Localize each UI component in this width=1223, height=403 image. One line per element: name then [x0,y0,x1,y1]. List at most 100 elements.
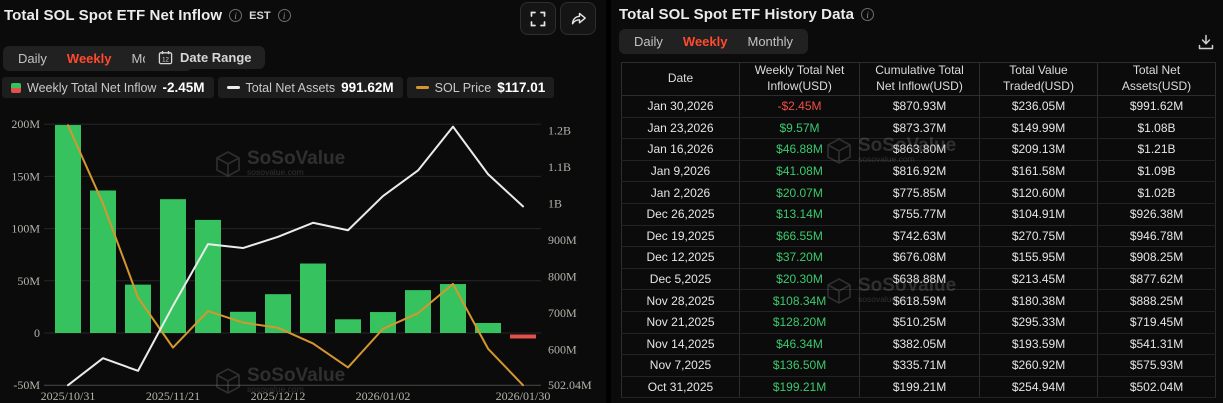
history-title-row: Total SOL Spot ETF History Data [619,6,874,23]
value-cell: $104.91M [980,203,1098,225]
left-axis-labels: 200M150M100M50M0-50M [11,117,40,392]
column-header: Weekly Total Net Inflow(USD) [740,63,860,96]
svg-text:2025/11/21: 2025/11/21 [146,389,200,403]
value-cell: $1.08B [1098,117,1216,139]
inflow-bar[interactable] [55,125,81,333]
inflow-bars[interactable] [55,125,536,338]
column-header: Total Value Traded(USD) [980,63,1098,96]
value-cell: $46.88M [740,139,860,161]
table-row: Jan 16,2026$46.88M$863.80M$209.13M$1.21B [622,139,1216,161]
value-cell: $46.34M [740,333,860,355]
value-cell: $382.05M [860,333,980,355]
value-cell: $20.30M [740,268,860,290]
tab-monthly[interactable]: Monthly [738,33,802,50]
chart-legend: Weekly Total Net Inflow -2.45M Total Net… [2,77,554,98]
history-data-panel: Total SOL Spot ETF History Data Daily We… [611,0,1223,403]
inflow-bar[interactable] [510,335,536,339]
table-row: Nov 21,2025$128.20M$510.25M$295.33M$719.… [622,311,1216,333]
legend-label: Weekly Total Net Inflow [27,81,156,95]
value-cell: -$2.45M [740,96,860,118]
svg-text:600M: 600M [548,342,577,356]
svg-text:200M: 200M [11,117,40,131]
table-row: Jan 9,2026$41.08M$816.92M$161.58M$1.09B [622,160,1216,182]
legend-value: 991.62M [341,80,394,95]
date-cell: Jan 23,2026 [622,117,740,139]
legend-total-net-assets[interactable]: Total Net Assets 991.62M [218,77,403,98]
share-button[interactable] [560,2,596,35]
value-cell: $9.57M [740,117,860,139]
net-inflow-title-row: Total SOL Spot ETF Net Inflow EST [4,7,291,24]
net-inflow-chart[interactable]: 200M150M100M50M0-50M1.2B1.1B1B900M800M70… [0,100,606,403]
value-cell: $199.21M [740,376,860,398]
value-cell: $870.93M [860,96,980,118]
date-cell: Nov 21,2025 [622,311,740,333]
table-row: Nov 7,2025$136.50M$335.71M$260.92M$575.9… [622,355,1216,377]
date-cell: Nov 28,2025 [622,290,740,312]
value-cell: $199.21M [860,376,980,398]
tab-weekly[interactable]: Weekly [674,33,737,50]
info-icon[interactable] [229,9,242,22]
table-header-row: DateWeekly Total Net Inflow(USD)Cumulati… [622,63,1216,96]
date-cell: Dec 26,2025 [622,203,740,225]
svg-text:150M: 150M [11,169,40,183]
inflow-bar[interactable] [90,190,116,333]
svg-text:2025/10/31: 2025/10/31 [41,389,96,403]
value-cell: $20.07M [740,182,860,204]
value-cell: $1.02B [1098,182,1216,204]
legend-sol-price[interactable]: SOL Price $117.01 [407,77,555,98]
value-cell: $541.31M [1098,333,1216,355]
date-cell: Jan 2,2026 [622,182,740,204]
inflow-bar[interactable] [405,290,431,333]
value-cell: $120.60M [980,182,1098,204]
date-cell: Dec 5,2025 [622,268,740,290]
value-cell: $888.25M [1098,290,1216,312]
value-cell: $676.08M [860,247,980,269]
date-cell: Jan 30,2026 [622,96,740,118]
inflow-bar[interactable] [160,199,186,333]
value-cell: $236.05M [980,96,1098,118]
calendar-icon: 12 [158,50,173,65]
date-range-button[interactable]: 12 Date Range [145,46,265,69]
inflow-bar[interactable] [195,220,221,333]
svg-text:50M: 50M [17,274,40,288]
svg-text:12: 12 [162,56,169,63]
inflow-bar[interactable] [300,264,326,333]
info-icon[interactable] [861,8,874,21]
inflow-bar[interactable] [335,319,361,333]
fullscreen-button[interactable] [520,2,556,35]
value-cell: $213.45M [980,268,1098,290]
svg-text:800M: 800M [548,269,577,283]
value-cell: $863.80M [860,139,980,161]
legend-weekly-inflow[interactable]: Weekly Total Net Inflow -2.45M [2,77,214,98]
svg-text:2026/01/02: 2026/01/02 [356,389,411,403]
tab-daily[interactable]: Daily [625,33,672,50]
value-cell: $510.25M [860,311,980,333]
value-cell: $908.25M [1098,247,1216,269]
download-button[interactable] [1194,30,1218,54]
table-row: Jan 2,2026$20.07M$775.85M$120.60M$1.02B [622,182,1216,204]
table-row: Nov 28,2025$108.34M$618.59M$180.38M$888.… [622,290,1216,312]
column-header: Total Net Assets(USD) [1098,63,1216,96]
value-cell: $161.58M [980,160,1098,182]
value-cell: $755.77M [860,203,980,225]
column-header: Date [622,63,740,96]
info-icon[interactable] [278,9,291,22]
net-inflow-panel: Total SOL Spot ETF Net Inflow EST Daily … [0,0,606,403]
date-cell: Oct 31,2025 [622,376,740,398]
value-cell: $1.09B [1098,160,1216,182]
value-cell: $618.59M [860,290,980,312]
table-row: Jan 23,2026$9.57M$873.37M$149.99M$1.08B [622,117,1216,139]
svg-text:100M: 100M [11,222,40,236]
tab-weekly[interactable]: Weekly [58,50,121,67]
value-cell: $502.04M [1098,376,1216,398]
value-cell: $926.38M [1098,203,1216,225]
value-cell: $254.94M [980,376,1098,398]
total-net-assets-line[interactable] [68,127,523,386]
value-cell: $180.38M [980,290,1098,312]
history-table: DateWeekly Total Net Inflow(USD)Cumulati… [621,62,1215,398]
download-icon [1197,33,1215,51]
tab-daily[interactable]: Daily [9,50,56,67]
value-cell: $155.95M [980,247,1098,269]
sol-price-line[interactable] [68,125,523,385]
value-cell: $270.75M [980,225,1098,247]
